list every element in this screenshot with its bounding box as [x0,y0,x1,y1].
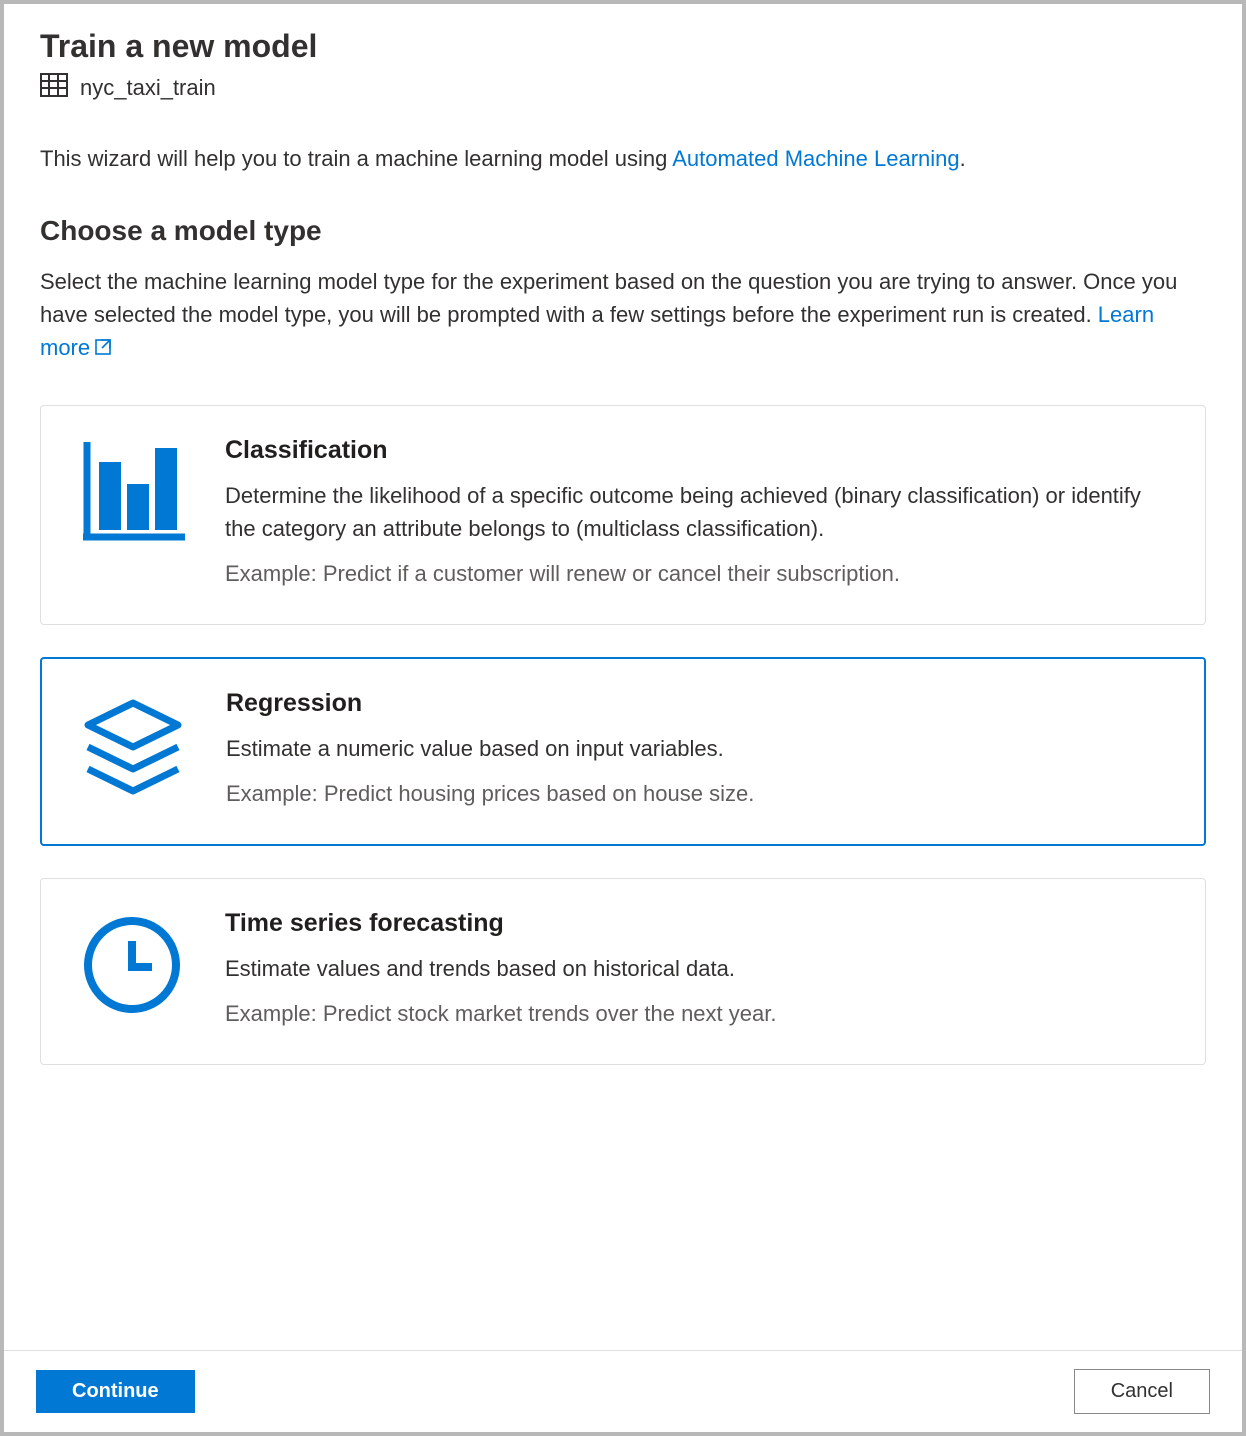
section-desc-text: Select the machine learning model type f… [40,269,1177,327]
section-description: Select the machine learning model type f… [40,265,1206,366]
section-title: Choose a model type [40,215,1206,247]
train-model-dialog: Train a new model nyc_taxi_train This wi… [4,4,1242,1432]
dialog-footer: Continue Cancel [4,1350,1242,1432]
automl-link[interactable]: Automated Machine Learning [672,146,959,171]
card-example: Example: Predict if a customer will rene… [225,559,1169,590]
card-body: Time series forecasting Estimate values … [225,909,1169,1030]
dataset-name: nyc_taxi_train [80,75,216,101]
dialog-content: Train a new model nyc_taxi_train This wi… [4,4,1242,1350]
dataset-row: nyc_taxi_train [40,73,1206,102]
card-desc: Estimate values and trends based on hist… [225,952,1169,985]
external-link-icon [94,332,112,365]
cancel-button[interactable]: Cancel [1074,1369,1210,1414]
continue-button[interactable]: Continue [36,1370,195,1413]
table-icon [40,73,68,102]
card-body: Regression Estimate a numeric value base… [226,689,1168,810]
card-regression[interactable]: Regression Estimate a numeric value base… [40,657,1206,846]
clock-icon [77,909,187,1030]
card-title: Time series forecasting [225,909,1169,938]
intro-prefix: This wizard will help you to train a mac… [40,146,672,171]
card-title: Regression [226,689,1168,718]
card-timeseries[interactable]: Time series forecasting Estimate values … [40,878,1206,1065]
card-title: Classification [225,436,1169,465]
model-type-cards: Classification Determine the likelihood … [40,405,1206,1064]
card-example: Example: Predict housing prices based on… [226,779,1168,810]
layers-icon [78,689,188,810]
card-example: Example: Predict stock market trends ove… [225,999,1169,1030]
bar-chart-icon [77,436,187,590]
intro-suffix: . [960,146,966,171]
card-desc: Estimate a numeric value based on input … [226,732,1168,765]
page-title: Train a new model [40,28,1206,65]
card-desc: Determine the likelihood of a specific o… [225,479,1169,545]
card-body: Classification Determine the likelihood … [225,436,1169,590]
intro-text: This wizard will help you to train a mac… [40,144,1206,175]
card-classification[interactable]: Classification Determine the likelihood … [40,405,1206,625]
